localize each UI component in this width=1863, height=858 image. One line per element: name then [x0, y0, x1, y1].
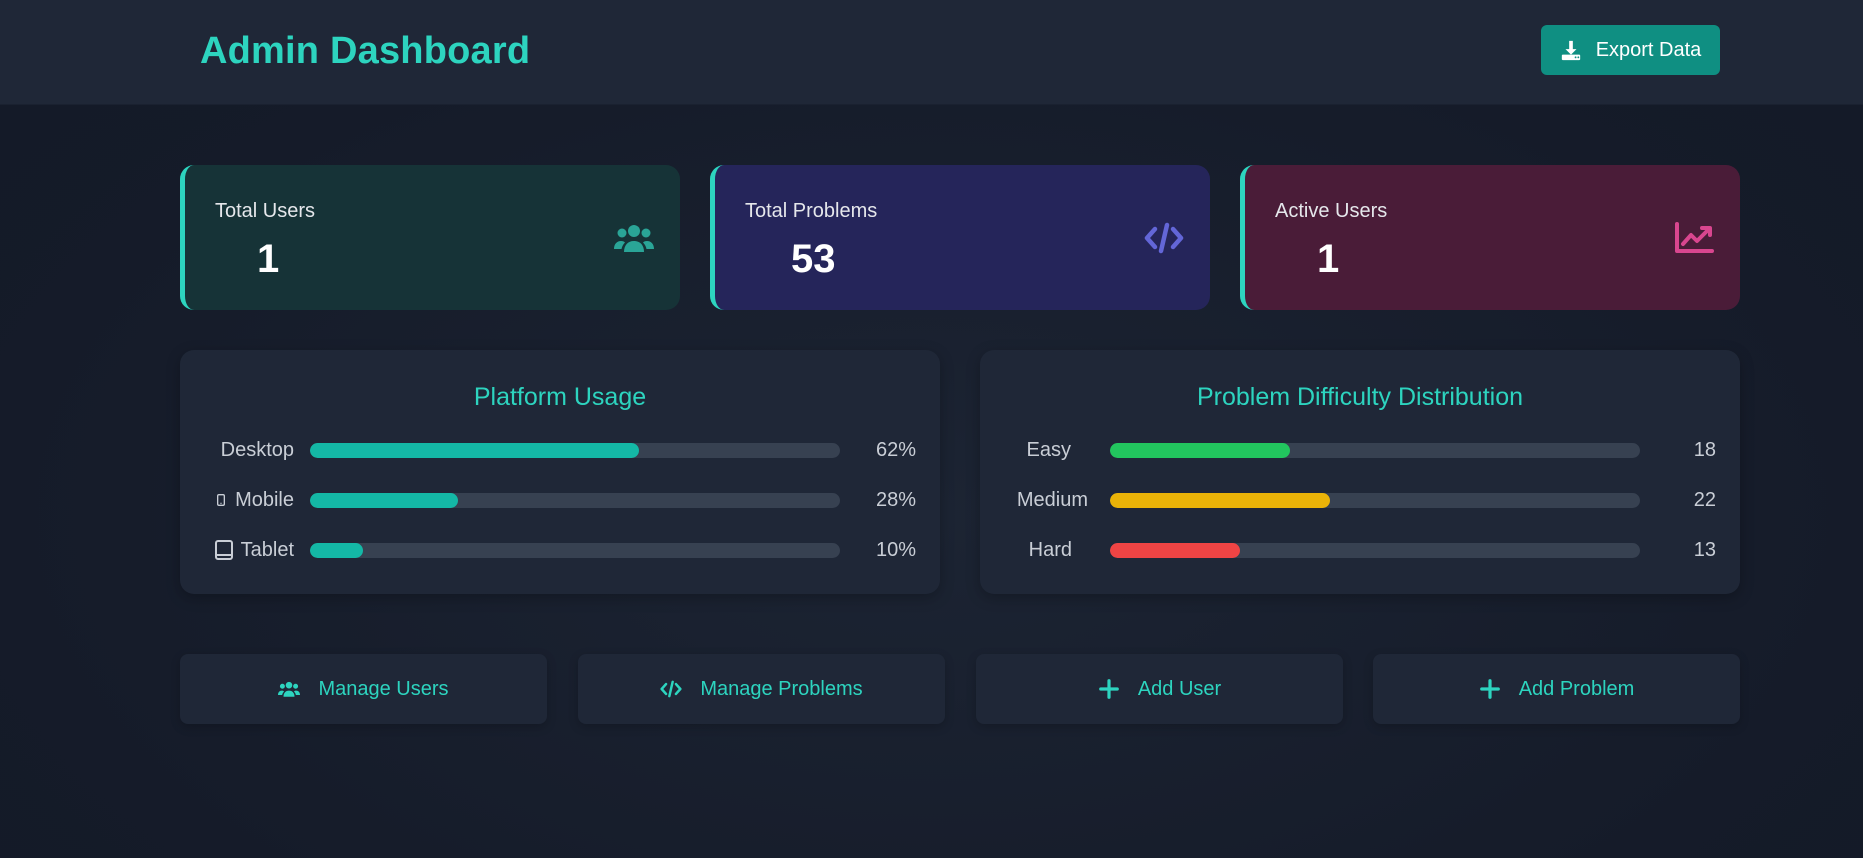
add-problem-button[interactable]: Add Problem — [1373, 654, 1740, 724]
progress-track — [1110, 493, 1640, 508]
panel-title: Problem Difficulty Distribution — [1196, 383, 1524, 411]
page-title: Admin Dashboard — [200, 30, 531, 72]
export-data-button[interactable]: Export Data — [1541, 25, 1720, 75]
progress-track — [310, 543, 840, 558]
progress-track — [310, 443, 840, 458]
row-label: Desktop — [180, 435, 294, 465]
stat-value: 1 — [257, 237, 280, 281]
manage-problems-button[interactable]: Manage Problems — [578, 654, 945, 724]
row-label: Easy — [980, 435, 1071, 465]
difficulty-row-medium: Medium 22 — [980, 485, 1740, 515]
mobile-label: Mobile — [235, 489, 294, 511]
users-icon — [614, 225, 654, 252]
stat-card-total-users: Total Users 1 — [180, 165, 680, 310]
desktop-label: Desktop — [220, 439, 294, 461]
users-icon — [278, 681, 301, 697]
row-label: Mobile — [180, 485, 294, 515]
stat-card-active-users: Active Users 1 — [1240, 165, 1740, 310]
row-value: 62% — [875, 439, 916, 461]
difficulty-distribution-panel: Problem Difficulty Distribution Easy 18 … — [980, 350, 1740, 594]
export-data-label: Export Data — [1595, 38, 1702, 61]
add-problem-label: Add Problem — [1518, 677, 1635, 700]
row-value: 10% — [875, 539, 916, 561]
tablet-label: Tablet — [240, 539, 294, 561]
progress-fill — [310, 543, 363, 558]
progress-track — [1110, 543, 1640, 558]
tablet-icon — [214, 540, 233, 560]
row-value: 28% — [875, 489, 916, 511]
medium-label: Medium — [1016, 489, 1088, 511]
progress-track — [310, 493, 840, 508]
stat-value: 1 — [1317, 237, 1340, 281]
stat-label: Total Users — [215, 200, 316, 222]
add-user-label: Add User — [1137, 677, 1222, 700]
mobile-icon — [217, 494, 226, 506]
row-value: 18 — [1693, 439, 1716, 461]
hard-label: Hard — [1028, 539, 1072, 561]
manage-problems-label: Manage Problems — [700, 677, 863, 700]
progress-track — [1110, 443, 1640, 458]
platform-usage-panel: Platform Usage Desktop 62% Mobile 28% Ta… — [180, 350, 940, 594]
usage-row-mobile: Mobile 28% — [180, 485, 940, 515]
manage-users-button[interactable]: Manage Users — [180, 654, 547, 724]
code-icon — [660, 680, 682, 698]
plus-icon — [1479, 679, 1500, 699]
row-value: 13 — [1693, 539, 1716, 561]
difficulty-row-hard: Hard 13 — [980, 535, 1740, 565]
difficulty-row-easy: Easy 18 — [980, 435, 1740, 465]
usage-row-desktop: Desktop 62% — [180, 435, 940, 465]
stat-value: 53 — [791, 237, 836, 281]
progress-fill — [310, 443, 639, 458]
stat-label: Active Users — [1275, 200, 1388, 222]
usage-row-tablet: Tablet 10% — [180, 535, 940, 565]
download-icon — [1561, 40, 1580, 61]
row-label: Tablet — [180, 535, 294, 565]
progress-fill — [1110, 443, 1291, 458]
progress-fill — [310, 493, 459, 508]
row-label: Hard — [980, 535, 1072, 565]
stat-label: Total Problems — [745, 200, 878, 222]
progress-fill — [1110, 493, 1330, 508]
plus-icon — [1098, 679, 1119, 699]
panel-title: Platform Usage — [473, 383, 647, 411]
add-user-button[interactable]: Add User — [976, 654, 1343, 724]
easy-label: Easy — [1026, 439, 1071, 461]
top-bar: Admin Dashboard Export Data — [0, 0, 1863, 105]
chart-line-icon — [1675, 222, 1714, 253]
row-value: 22 — [1693, 489, 1716, 511]
row-label: Medium — [980, 485, 1088, 515]
manage-users-label: Manage Users — [318, 677, 449, 700]
stat-card-total-problems: Total Problems 53 — [710, 165, 1210, 310]
code-icon — [1144, 222, 1184, 254]
progress-fill — [1110, 543, 1240, 558]
